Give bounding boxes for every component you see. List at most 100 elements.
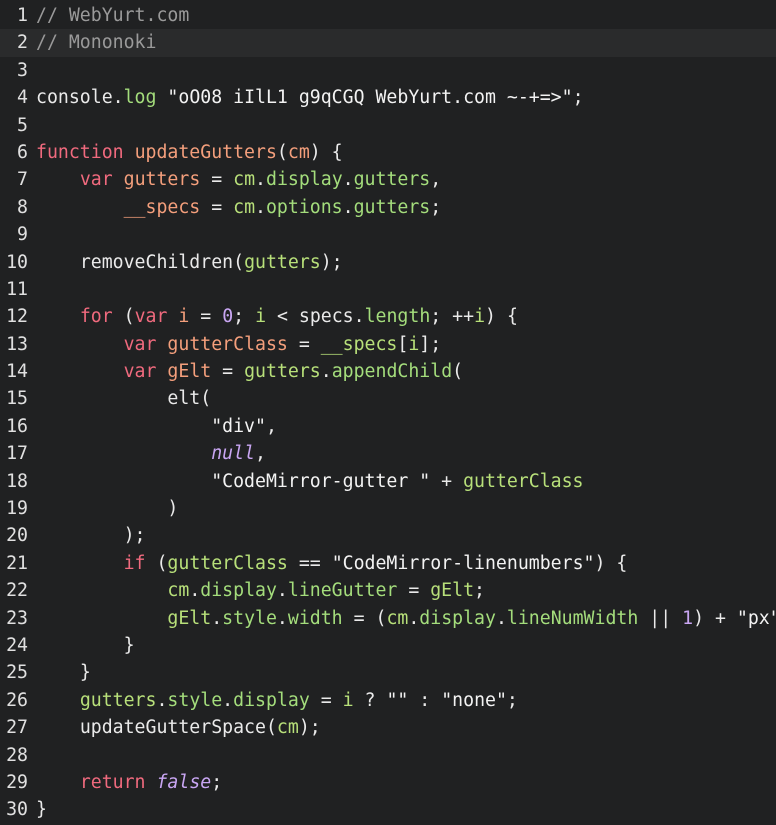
code-line[interactable]: 3 (0, 57, 776, 84)
code-line[interactable]: 1 // WebYurt.com (0, 2, 776, 29)
line-number: 8 (17, 196, 28, 218)
code-content[interactable]: } (36, 659, 776, 686)
code-content[interactable]: if (gutterClass == "CodeMirror-linenumbe… (36, 550, 776, 577)
code-line[interactable]: 11 (0, 276, 776, 303)
code-content[interactable] (36, 112, 776, 139)
code-content[interactable]: __specs = cm.options.gutters; (36, 194, 776, 221)
code-line[interactable]: 15 elt( (0, 385, 776, 412)
code-content[interactable]: function updateGutters(cm) { (36, 139, 776, 166)
code-token: updateGutterSpace (79, 717, 266, 739)
line-number: 21 (6, 552, 28, 574)
code-line[interactable]: 7 var gutters = cm.display.gutters, (0, 166, 776, 193)
code-content[interactable] (36, 57, 776, 84)
code-line[interactable]: 12 for (var i = 0; i < specs.length; ++i… (0, 303, 776, 330)
code-content[interactable]: console.log "oO08 iIlL1 g9qCGQ WebYurt.c… (36, 84, 776, 111)
code-content[interactable]: // WebYurt.com (36, 2, 776, 29)
code-token: updateGutters (134, 141, 277, 163)
code-content[interactable]: return false; (36, 769, 776, 796)
code-token: "div" (211, 415, 266, 437)
code-content[interactable]: null, (36, 440, 776, 467)
code-token: ; (572, 87, 584, 109)
code-line[interactable]: 13 var gutterClass = __specs[i]; (0, 331, 776, 358)
code-line[interactable]: 19 ) (0, 495, 776, 522)
code-content[interactable]: } (36, 632, 776, 659)
code-line[interactable]: 18 "CodeMirror-gutter " + gutterClass (0, 468, 776, 495)
code-line[interactable]: 26 gutters.style.display = i ? "" : "non… (0, 687, 776, 714)
code-token: var (79, 169, 113, 191)
code-token: "" (386, 689, 409, 711)
code-token: ( (265, 717, 277, 739)
code-token: elt (167, 388, 201, 410)
code-token: . (495, 607, 507, 629)
code-content[interactable]: var gutterClass = __specs[i]; (36, 331, 776, 358)
code-token: gElt (167, 361, 212, 383)
code-line[interactable]: 28 (0, 742, 776, 769)
code-token: __specs (320, 333, 398, 355)
code-line[interactable]: 4 console.log "oO08 iIlL1 g9qCGQ WebYurt.… (0, 84, 776, 111)
code-token: ; (474, 580, 485, 602)
code-line[interactable]: 22 cm.display.lineGutter = gElt; (0, 577, 776, 604)
code-line[interactable]: 23 gElt.style.width = (cm.display.lineNu… (0, 605, 776, 632)
code-token: ) (167, 498, 179, 520)
code-content[interactable] (36, 221, 776, 248)
code-content[interactable]: gElt.style.width = (cm.display.lineNumWi… (36, 605, 776, 632)
code-content[interactable]: updateGutterSpace(cm); (36, 714, 776, 741)
code-line[interactable]: 8 __specs = cm.options.gutters; (0, 194, 776, 221)
code-token: width (287, 607, 343, 629)
code-token: ]; (419, 333, 442, 355)
code-token: ; ++ (430, 306, 475, 328)
code-token: = (397, 580, 431, 602)
code-content[interactable] (36, 276, 776, 303)
code-token: i (408, 333, 420, 355)
code-token: cm (233, 196, 256, 218)
code-content[interactable]: elt( (36, 385, 776, 412)
code-line[interactable]: 14 var gElt = gutters.appendChild( (0, 358, 776, 385)
code-content[interactable]: gutters.style.display = i ? "" : "none"; (36, 687, 776, 714)
code-line[interactable]: 30} (0, 796, 776, 823)
code-content[interactable]: var gElt = gutters.appendChild( (36, 358, 776, 385)
code-line[interactable]: 10 removeChildren(gutters); (0, 249, 776, 276)
code-content[interactable] (36, 742, 776, 769)
code-line[interactable]: 25 } (0, 659, 776, 686)
code-line[interactable]: 16 "div", (0, 413, 776, 440)
code-line[interactable]: 2 // Mononoki (0, 29, 776, 57)
code-line[interactable]: 5 (0, 112, 776, 139)
code-token: = (211, 361, 245, 383)
code-content[interactable]: cm.display.lineGutter = gElt; (36, 577, 776, 604)
code-content[interactable]: "div", (36, 413, 776, 440)
code-line[interactable]: 29 return false; (0, 769, 776, 796)
code-token: __specs (123, 196, 201, 218)
code-token: i (178, 306, 190, 328)
code-token: i (342, 689, 354, 711)
code-line[interactable]: 24 } (0, 632, 776, 659)
code-content[interactable]: var gutters = cm.display.gutters, (36, 166, 776, 193)
code-content[interactable]: "CodeMirror-gutter " + gutterClass (36, 468, 776, 495)
code-token: = ( (342, 607, 387, 629)
code-line[interactable]: 21 if (gutterClass == "CodeMirror-linenu… (0, 550, 776, 577)
code-content[interactable]: for (var i = 0; i < specs.length; ++i) { (36, 303, 776, 330)
code-content[interactable]: ) (36, 495, 776, 522)
code-content[interactable]: } (36, 796, 776, 823)
code-content[interactable]: // Mononoki (36, 29, 776, 56)
code-line[interactable]: 17 null, (0, 440, 776, 467)
code-line[interactable]: 20 ); (0, 522, 776, 549)
code-content[interactable]: ); (36, 522, 776, 549)
line-number: 22 (6, 580, 28, 602)
code-token: i (255, 306, 267, 328)
code-line[interactable]: 27 updateGutterSpace(cm); (0, 714, 776, 741)
code-token: cm (276, 717, 299, 739)
code-line[interactable]: 9 (0, 221, 776, 248)
line-number: 10 (6, 251, 28, 273)
line-number: 25 (6, 662, 28, 684)
code-line[interactable]: 6 function updateGutters(cm) { (0, 139, 776, 166)
code-content[interactable]: removeChildren(gutters); (36, 249, 776, 276)
code-token: display (419, 607, 496, 629)
code-token: . (112, 87, 124, 109)
code-editor[interactable]: 1// WebYurt.com 2// Mononoki 3 4 console.log… (0, 0, 776, 825)
